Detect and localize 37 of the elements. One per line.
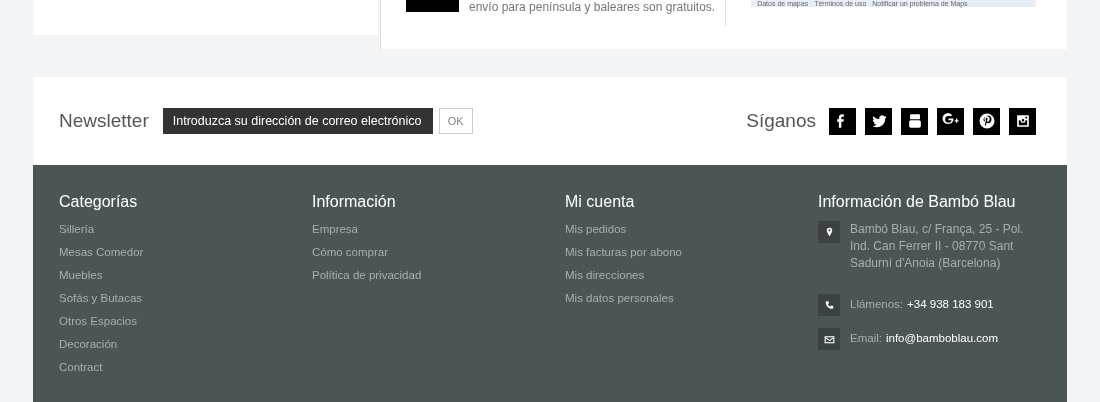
ok-button[interactable]: OK [438,108,473,134]
footer-link[interactable]: Mesas Comedor [59,241,144,264]
footer-link[interactable]: Mis direcciones [565,264,645,287]
footer-link[interactable]: Sofás y Butacas [59,287,143,310]
twitter-icon[interactable] [865,107,892,135]
footer-link[interactable]: Sillería [59,218,95,241]
email-field[interactable]: Introduzca su dirección de correo electrónico [162,108,433,134]
footer-link[interactable]: Muebles [59,264,103,287]
footer-link[interactable]: Cómo comprar [312,241,389,264]
pinterest-icon[interactable] [973,107,1000,135]
footer-link[interactable]: Otros Espacios [59,310,137,333]
phone-link[interactable]: +34 938 183 901 [907,296,994,313]
column-heading: Categorías [59,192,138,212]
footer-link[interactable]: Política de privacidad [312,264,422,287]
footer-link[interactable]: Decoración [59,333,118,356]
column-heading: Mi cuenta [565,192,635,212]
googleplus-icon[interactable] [937,107,964,135]
map-pin-icon [818,221,840,243]
footer-link[interactable]: Mis facturas por abono [565,241,682,264]
follow-us-title: Síganos [746,108,816,133]
instagram-icon[interactable] [1009,107,1036,135]
footer-link[interactable]: Contract [59,356,103,379]
column-heading: Información de Bambó Blau [818,192,1016,212]
shipping-note: envío para península y baleares son gratuitos. [469,0,716,14]
email-link[interactable]: info@bamboblau.com [885,330,998,347]
envelope-icon [818,328,840,350]
photo-placeholder [406,0,459,12]
contact-text: Email: [850,331,882,346]
phone-icon [818,294,840,316]
newsletter-title: Newsletter [59,108,149,133]
contact-text: Llámenos: [850,297,904,312]
footer-link[interactable]: Mis datos personales [565,287,674,310]
address-text: Bambó Blau, c/ França, 25 - Pol. Ind. Can Ferrer II - 08770 Sant Sadurní d'Anoia (Barcelona) [850,221,1025,272]
facebook-icon[interactable] [829,107,856,135]
column-heading: Información [312,192,396,212]
footer-link[interactable]: Mis pedidos [565,218,627,241]
footer-link[interactable]: Empresa [312,218,359,241]
